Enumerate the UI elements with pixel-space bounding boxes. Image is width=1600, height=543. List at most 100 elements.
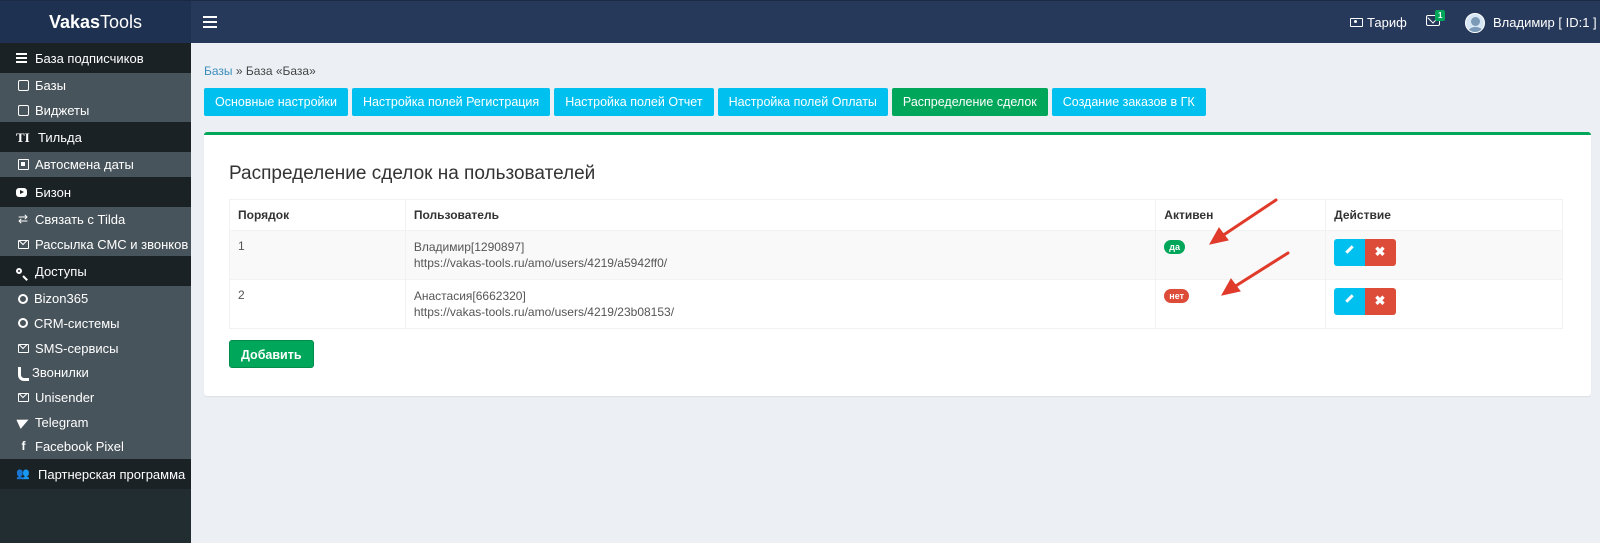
text-icon: TI <box>16 129 30 145</box>
sidebar-item[interactable]: Базы <box>0 73 191 98</box>
sidebar-item[interactable]: Виджеты <box>0 97 191 123</box>
breadcrumb-link-bases[interactable]: Базы <box>204 64 233 78</box>
column-header-active: Активен <box>1155 199 1327 231</box>
sidebar-item[interactable]: Автосмена даты <box>0 152 191 178</box>
tarif-link[interactable]: Тариф <box>1350 1 1407 44</box>
sidebar-item-label: Базы <box>35 77 66 93</box>
pencil-icon <box>1345 245 1354 254</box>
sidebar-item-label: Виджеты <box>35 102 90 118</box>
sidebar-item[interactable]: Звонилки <box>0 360 191 386</box>
circle-icon <box>18 318 28 329</box>
youtube-icon <box>16 187 27 197</box>
sidebar-item-label: Доступы <box>35 263 87 279</box>
users-table: Порядок Пользователь Активен Действие 1 … <box>229 199 1563 329</box>
sidebar-item[interactable]: CRM-системы <box>0 311 191 336</box>
table-header-row: Порядок Пользователь Активен Действие <box>229 199 1563 231</box>
pencil-icon <box>1345 294 1354 303</box>
paper-plane-icon <box>16 415 31 430</box>
money-icon <box>1350 18 1363 27</box>
top-navbar: VakasTools Тариф 1 Владимир [ ID:1 ] <box>0 0 1600 44</box>
list-icon <box>16 53 27 63</box>
status-badge: нет <box>1164 289 1190 303</box>
app-logo[interactable]: VakasTools <box>0 1 191 44</box>
circle-icon <box>18 293 28 304</box>
sidebar-item-label: Связать с Tilda <box>35 211 126 227</box>
tab[interactable]: Основные настройки <box>204 88 348 116</box>
sidebar-item-label: Бизон <box>35 184 72 200</box>
breadcrumb-separator: » <box>235 64 243 78</box>
tab[interactable]: Настройка полей Регистрация <box>351 88 551 116</box>
menu-toggle-icon[interactable] <box>203 13 217 31</box>
sidebar-item[interactable]: TI Тильда <box>0 122 191 153</box>
notification-badge: 1 <box>1435 10 1446 21</box>
sidebar-item-label: Звонилки <box>32 365 89 381</box>
order-cell: 1 <box>229 230 406 280</box>
tab[interactable]: Создание заказов в ГК <box>1051 88 1206 116</box>
column-header-order: Порядок <box>229 199 406 231</box>
sidebar-item-label: Партнерская программа <box>38 466 186 482</box>
calendar-icon <box>18 159 29 171</box>
envelope-icon <box>18 393 29 403</box>
arrows-icon: ⇄ <box>18 211 29 226</box>
breadcrumb: Базы » База «База» <box>204 64 316 78</box>
sidebar-item[interactable]: Бизон <box>0 177 191 208</box>
avatar <box>1465 12 1485 33</box>
users-icon: 👥 <box>16 467 30 480</box>
sidebar-item-label: Тильда <box>38 129 82 145</box>
close-icon: ✖ <box>1374 293 1386 308</box>
sidebar-item-label: CRM-системы <box>34 315 120 331</box>
sidebar-item-label: Telegram <box>35 414 89 430</box>
user-name: Владимир [ ID:1 ] <box>1493 15 1597 30</box>
envelope-icon <box>18 239 29 249</box>
delete-button[interactable]: ✖ <box>1364 239 1396 266</box>
active-cell: да <box>1155 230 1327 280</box>
sidebar-item[interactable]: ⇄ Связать с Tilda <box>0 207 191 232</box>
sidebar-item[interactable]: Bizon365 <box>0 286 191 312</box>
sidebar-item[interactable]: f Facebook Pixel <box>0 434 191 460</box>
phone-icon <box>18 367 29 382</box>
envelope-icon <box>18 343 29 353</box>
sidebar-item-label: Bizon365 <box>34 291 89 307</box>
logo-bold-text: Vakas <box>48 12 101 32</box>
logo-text: Tools <box>100 12 143 32</box>
close-icon: ✖ <box>1374 244 1386 259</box>
key-icon <box>16 268 22 275</box>
sidebar-item[interactable]: Unisender <box>0 385 191 410</box>
widget-icon <box>18 104 29 116</box>
tab[interactable]: Настройка полей Отчет <box>554 88 714 116</box>
user-menu[interactable]: Владимир [ ID:1 ] <box>1465 1 1597 44</box>
table-row: 1 Владимир[1290897] https://vakas-tools.… <box>229 230 1563 280</box>
user-cell: Анастасия[6662320] https://vakas-tools.r… <box>404 279 1157 329</box>
user-url-text: https://vakas-tools.ru/amo/users/4219/a5… <box>413 256 668 270</box>
sidebar-item-label: Facebook Pixel <box>35 439 124 455</box>
add-button[interactable]: Добавить <box>229 340 314 368</box>
order-cell: 2 <box>229 279 406 329</box>
database-icon <box>18 79 29 91</box>
panel-title: Распределение сделок на пользователей <box>229 163 596 184</box>
deal-distribution-panel: Распределение сделок на пользователей По… <box>204 132 1591 396</box>
sidebar-item[interactable]: База подписчиков <box>0 43 191 73</box>
edit-button[interactable] <box>1334 239 1366 266</box>
action-cell: ✖ <box>1325 230 1563 280</box>
sidebar-item-label: SMS-сервисы <box>35 340 119 356</box>
sidebar-item[interactable]: SMS-сервисы <box>0 335 191 361</box>
active-cell: нет <box>1155 279 1327 329</box>
sidebar-item[interactable]: Telegram <box>0 409 191 435</box>
delete-button[interactable]: ✖ <box>1364 288 1396 315</box>
user-url-text: https://vakas-tools.ru/amo/users/4219/23… <box>413 305 675 319</box>
edit-button[interactable] <box>1334 288 1366 315</box>
breadcrumb-current: База «База» <box>245 64 316 78</box>
sidebar-item[interactable]: Рассылка СМС и звонков <box>0 231 191 257</box>
sidebar-item[interactable]: 👥 Партнерская программа <box>0 459 191 490</box>
column-header-user: Пользователь <box>404 199 1157 231</box>
user-name-text: Анастасия[6662320] <box>413 289 526 303</box>
sidebar-item-label: Автосмена даты <box>35 157 134 173</box>
status-badge: да <box>1164 240 1185 254</box>
tab[interactable]: Распределение сделок <box>891 88 1048 116</box>
sidebar-item-label: Рассылка СМС и звонков <box>35 236 189 252</box>
action-cell: ✖ <box>1325 279 1563 329</box>
settings-tabs: Основные настройки Настройка полей Регист… <box>204 88 1206 116</box>
sidebar-item[interactable]: Доступы <box>0 256 191 287</box>
tab[interactable]: Настройка полей Оплаты <box>717 88 888 116</box>
column-header-action: Действие <box>1325 199 1563 231</box>
